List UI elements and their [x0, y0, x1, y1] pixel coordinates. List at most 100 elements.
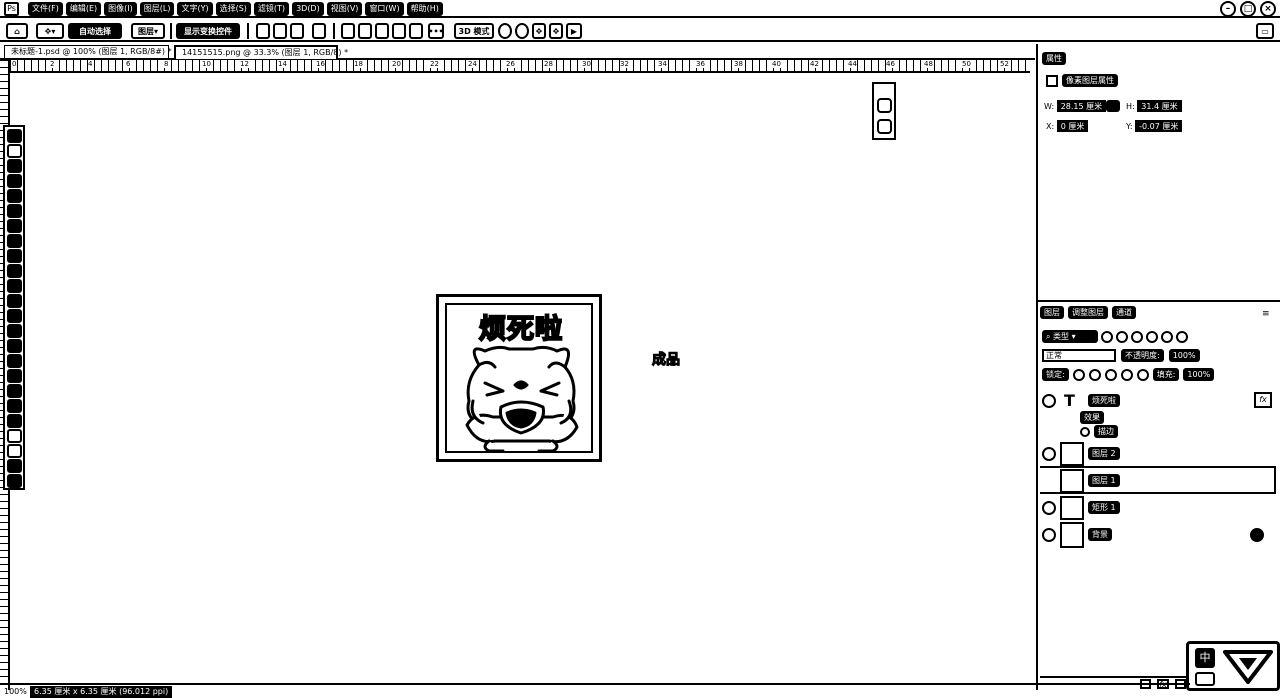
- filter-adjustment-icon[interactable]: [1116, 330, 1128, 343]
- auto-select-checkbox[interactable]: 自动选择: [68, 23, 122, 39]
- align-left-icon[interactable]: [256, 23, 270, 39]
- close-icon[interactable]: ×: [1260, 1, 1276, 17]
- slide-3d-icon[interactable]: ✥: [549, 23, 563, 39]
- panel-layout-icon[interactable]: ▭: [1256, 23, 1274, 39]
- pixel-layer-icon: [1046, 74, 1058, 87]
- menu-edit[interactable]: 编辑(E): [65, 2, 102, 16]
- height-value[interactable]: 31.4 厘米: [1137, 100, 1182, 112]
- home-icon[interactable]: ⌂: [6, 23, 28, 39]
- ime-mode-label[interactable]: 中: [1195, 648, 1215, 668]
- x-field[interactable]: X: 0 厘米: [1046, 120, 1089, 132]
- align-top-icon[interactable]: [312, 23, 326, 39]
- menu-window[interactable]: 窗口(W): [365, 2, 404, 16]
- emoji-icon[interactable]: [877, 98, 892, 113]
- blend-mode-dropdown[interactable]: 正常: [1042, 349, 1116, 362]
- height-field[interactable]: H: 31.4 厘米: [1126, 100, 1182, 112]
- menu-image[interactable]: 图像(I): [104, 2, 137, 16]
- app-icon[interactable]: Ps: [4, 2, 19, 16]
- width-field[interactable]: W: 28.15 厘米: [1044, 100, 1107, 112]
- layer-row[interactable]: 图层 2: [1040, 442, 1276, 466]
- properties-tab-label: 属性: [1042, 52, 1066, 65]
- mode-3d-label: 3D 模式: [454, 23, 494, 39]
- panel-divider: [1038, 300, 1280, 302]
- lock-position-icon[interactable]: [1104, 368, 1117, 381]
- fx-badge[interactable]: fx: [1254, 392, 1272, 408]
- menu-type[interactable]: 文字(Y): [177, 2, 213, 16]
- layer-filter-dropdown[interactable]: ⌕ 类型 ▾: [1042, 330, 1098, 343]
- filter-toggle-icon[interactable]: [1176, 330, 1188, 343]
- layer-thumbnail: [1060, 496, 1084, 520]
- lock-pixels-icon[interactable]: [1088, 368, 1101, 381]
- maximize-icon[interactable]: □: [1240, 1, 1256, 17]
- panel-menu-icon[interactable]: ≡: [1262, 309, 1270, 319]
- layer-thumbnail: [1060, 442, 1084, 466]
- fill-value[interactable]: 100%: [1183, 368, 1215, 381]
- layer-effects-row[interactable]: 效果: [1040, 410, 1276, 424]
- x-value[interactable]: 0 厘米: [1056, 120, 1089, 132]
- visibility-eye-icon[interactable]: [1042, 501, 1056, 515]
- distribute-center-icon[interactable]: [358, 23, 372, 39]
- auto-select-target-dropdown[interactable]: 图层 ▾: [131, 23, 165, 39]
- document-info[interactable]: 6.35 厘米 x 6.35 厘米 (96.012 ppi): [30, 686, 173, 698]
- layer-row[interactable]: 背景: [1040, 522, 1276, 548]
- minimize-icon[interactable]: –: [1220, 1, 1236, 17]
- y-value[interactable]: -0.07 厘米: [1135, 120, 1183, 132]
- roll-3d-icon[interactable]: [515, 23, 529, 39]
- show-transform-label: 显示变换控件: [184, 26, 232, 36]
- ime-punctuation-icon[interactable]: [1195, 672, 1215, 686]
- filter-pixel-icon[interactable]: [1101, 330, 1113, 343]
- orbit-3d-icon[interactable]: [498, 23, 512, 39]
- filter-shape-icon[interactable]: [1146, 330, 1158, 343]
- layer-effect-item[interactable]: 描边: [1040, 424, 1276, 440]
- tab-layers[interactable]: 图层: [1040, 306, 1064, 319]
- y-field[interactable]: Y: -0.07 厘米: [1126, 120, 1183, 132]
- lock-artboard-icon[interactable]: [1120, 368, 1133, 381]
- distribute-right-icon[interactable]: [375, 23, 389, 39]
- zoom-level[interactable]: 100%: [4, 687, 27, 696]
- effect-visibility-icon[interactable]: [1080, 427, 1090, 437]
- ime-widget[interactable]: 中: [1186, 641, 1280, 691]
- align-right-icon[interactable]: [290, 23, 304, 39]
- pan-3d-icon[interactable]: ✥: [532, 23, 546, 39]
- options-bar: ⌂ ✥▾ 自动选择 图层 ▾ 显示变换控件 ••• 3D 模式 ✥ ✥ ▶ ▭: [0, 20, 1280, 42]
- video-camera-icon[interactable]: ▶: [566, 23, 582, 39]
- layer-row[interactable]: T 烦死啦 fx: [1040, 390, 1276, 412]
- filter-smart-object-icon[interactable]: [1161, 330, 1173, 343]
- align-center-icon[interactable]: [273, 23, 287, 39]
- distribute-left-icon[interactable]: [341, 23, 355, 39]
- lock-transparency-icon[interactable]: [1072, 368, 1085, 381]
- show-transform-checkbox[interactable]: 显示变换控件: [176, 23, 240, 39]
- menu-layer[interactable]: 图层(L): [139, 2, 175, 16]
- menu-file[interactable]: 文件(F): [28, 2, 63, 16]
- move-tool-icon[interactable]: ✥▾: [36, 23, 64, 39]
- layer-row[interactable]: 矩形 1: [1040, 496, 1276, 520]
- filter-type-icon[interactable]: [1131, 330, 1143, 343]
- document-tabs: 未标题-1.psd @ 100% (图层 1, RGB/8#) * 141515…: [0, 44, 1035, 60]
- distribute-top-icon[interactable]: [392, 23, 406, 39]
- menu-select[interactable]: 选择(S): [215, 2, 251, 16]
- properties-tab[interactable]: 属性: [1042, 52, 1066, 68]
- menu-3d[interactable]: 3D(D): [292, 2, 324, 16]
- tab-untitled[interactable]: 未标题-1.psd @ 100% (图层 1, RGB/8#) *: [4, 45, 172, 59]
- grid-icon[interactable]: [877, 119, 892, 134]
- ruler-tick-label: 40: [772, 60, 781, 68]
- ruler-tick-label: 6: [126, 60, 131, 68]
- ruler-tick-label: 18: [354, 60, 363, 68]
- layer-row-selected[interactable]: 图层 1: [1040, 466, 1276, 494]
- menu-filter[interactable]: 滤镜(T): [253, 2, 290, 16]
- opacity-value[interactable]: 100%: [1168, 349, 1200, 362]
- width-value[interactable]: 28.15 厘米: [1056, 100, 1107, 112]
- tab-active-document[interactable]: 14151515.png @ 33.3% (图层 1, RGB/8) *: [174, 45, 348, 59]
- visibility-eye-icon[interactable]: [1042, 447, 1056, 461]
- link-icon[interactable]: [1106, 100, 1120, 112]
- visibility-eye-icon[interactable]: [1042, 528, 1056, 542]
- lock-all-icon[interactable]: [1136, 368, 1149, 381]
- visibility-eye-icon[interactable]: [1042, 394, 1056, 408]
- menu-help[interactable]: 帮助(H): [406, 2, 443, 16]
- more-options-icon[interactable]: •••: [428, 23, 444, 39]
- floating-tool-panel: [872, 82, 896, 140]
- distribute-bottom-icon[interactable]: [409, 23, 423, 39]
- tab-channels[interactable]: 通道: [1112, 306, 1136, 319]
- menu-view[interactable]: 视图(V): [326, 2, 363, 16]
- tab-adjustments[interactable]: 调整图层: [1068, 306, 1108, 319]
